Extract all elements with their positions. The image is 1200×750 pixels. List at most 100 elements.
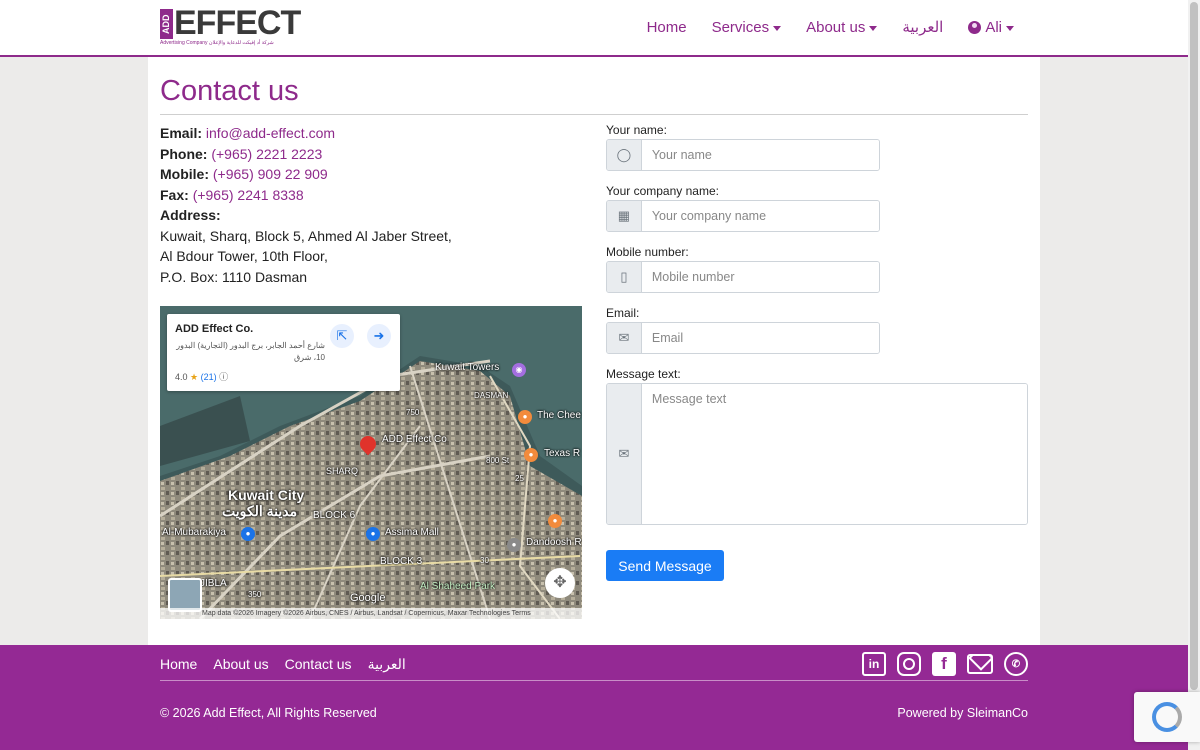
map-label: ADD Effect Co: [382, 434, 447, 445]
map-label: 800 St: [486, 456, 510, 465]
food-icon[interactable]: ●: [548, 514, 562, 528]
envelope-open-icon: ✉: [607, 384, 642, 524]
nav-about-label: About us: [806, 18, 866, 36]
nav-about[interactable]: About us: [806, 18, 878, 36]
map-label: BLOCK 3: [380, 556, 423, 567]
mobile-label: Mobile number:: [606, 245, 689, 259]
chevron-down-icon: [869, 25, 878, 31]
title-divider: [160, 114, 1028, 115]
logo-tagline: Advertising Company شركة أد إفيكت للدعاي…: [160, 40, 274, 46]
map-label: Dandoosh R: [526, 537, 582, 548]
fax-row: Fax: (+965) 2241 8338: [160, 185, 452, 206]
whatsapp-icon[interactable]: ✆: [1004, 652, 1028, 676]
linkedin-icon[interactable]: in: [862, 652, 886, 676]
message-textarea[interactable]: [641, 384, 1027, 524]
map-place-rating: 4.0 ★ (21) ⓘ: [175, 370, 228, 383]
footer-divider: [160, 680, 1028, 681]
copyright-text: © 2026 Add Effect, All Rights Reserved: [160, 706, 377, 720]
facebook-icon[interactable]: f: [932, 652, 956, 676]
fax-label: Fax:: [160, 186, 189, 203]
nav-arabic-label: العربية: [902, 19, 944, 36]
map-label: Texas R: [544, 448, 581, 459]
name-input[interactable]: [641, 140, 879, 170]
map-label: Assima Mall: [385, 527, 439, 538]
logo-add: ADD: [160, 9, 173, 39]
nav-services-label: Services: [711, 18, 770, 36]
map-review-count[interactable]: (21): [201, 372, 217, 382]
map-label: DASMAN: [474, 391, 509, 400]
nav-user-label: Ali: [985, 18, 1002, 36]
recaptcha-icon: [1152, 702, 1182, 732]
recaptcha-badge[interactable]: [1134, 692, 1200, 742]
info-icon[interactable]: ⓘ: [219, 372, 228, 382]
google-map[interactable]: ADD Effect Co. شارع أحمد الجابر، برج الب…: [160, 306, 582, 619]
mobile-link[interactable]: (+965) 909 22 909: [213, 166, 328, 182]
footer-link-contact[interactable]: Contact us: [285, 656, 352, 673]
map-place-card: ADD Effect Co. شارع أحمد الجابر، برج الب…: [167, 314, 400, 391]
site-footer: Home About us Contact us العربية in f ✆ …: [0, 645, 1188, 750]
logo-effect: EFFECT: [174, 4, 301, 42]
map-layer-toggle[interactable]: [168, 578, 202, 612]
map-label: BLOCK 6: [313, 510, 356, 521]
shopping-icon[interactable]: ●: [241, 527, 255, 541]
contact-card: Contact us Email: info@add-effect.com Ph…: [148, 57, 1040, 645]
company-input-group: ▦: [606, 200, 880, 232]
email-input-group: ✉: [606, 322, 880, 354]
footer-link-home[interactable]: Home: [160, 656, 197, 673]
map-attribution: Map data ©2026 Imagery ©2026 Airbus, CNE…: [160, 608, 582, 619]
phone-icon: ▯: [607, 262, 642, 292]
mobile-row: Mobile: (+965) 909 22 909: [160, 164, 452, 185]
directions-icon[interactable]: ➜: [367, 324, 391, 348]
mobile-label: Mobile:: [160, 166, 209, 182]
nav-arabic[interactable]: العربية: [902, 18, 943, 36]
logo[interactable]: ADD EFFECT Advertising Company شركة أد إ…: [160, 4, 301, 48]
scrollbar-thumb[interactable]: [1190, 2, 1198, 690]
mobile-input-group: ▯: [606, 261, 880, 293]
food-icon[interactable]: ●: [518, 410, 532, 424]
nav-user[interactable]: Ali: [968, 18, 1014, 36]
star-icon: ★: [190, 372, 199, 382]
address-label-row: Address:: [160, 205, 452, 226]
map-label: Al-Mubarakiya: [162, 527, 226, 538]
food-icon[interactable]: ●: [524, 448, 538, 462]
email-link[interactable]: info@add-effect.com: [206, 125, 335, 141]
fax-link[interactable]: (+965) 2241 8338: [193, 187, 304, 203]
building-icon: ▦: [607, 201, 642, 231]
address-line-2: Al Bdour Tower, 10th Floor,: [160, 248, 328, 264]
map-label: 25: [515, 474, 524, 483]
camera-icon[interactable]: ◉: [512, 363, 526, 377]
mobile-input[interactable]: [641, 262, 879, 292]
place-icon[interactable]: ●: [507, 538, 521, 552]
email-input[interactable]: [641, 323, 879, 353]
address-line-1: Kuwait, Sharq, Block 5, Ahmed Al Jaber S…: [160, 227, 452, 244]
map-rating-value: 4.0: [175, 372, 188, 382]
map-place-address: شارع أحمد الجابر، برج البدور (التجارية) …: [176, 341, 325, 362]
map-label: Al Shaheed Park: [420, 581, 496, 592]
shopping-icon[interactable]: ●: [366, 527, 380, 541]
phone-row: Phone: (+965) 2221 2223: [160, 144, 452, 165]
footer-link-about[interactable]: About us: [213, 656, 268, 673]
send-message-button[interactable]: Send Message: [606, 550, 724, 581]
email-label: Email:: [606, 306, 640, 320]
company-label: Your company name:: [606, 184, 719, 198]
map-pan-control-icon[interactable]: ✥: [545, 568, 575, 598]
message-label: Message text:: [606, 367, 681, 381]
footer-link-arabic[interactable]: العربية: [368, 656, 406, 673]
map-label: مدينة الكويت: [222, 503, 298, 519]
user-icon: ◯: [607, 140, 642, 170]
mail-icon[interactable]: [967, 654, 993, 674]
nav-home[interactable]: Home: [647, 18, 687, 36]
nav-services[interactable]: Services: [712, 18, 782, 36]
map-label: JIBLA: [200, 578, 227, 589]
name-input-group: ◯: [606, 139, 880, 171]
envelope-icon: ✉: [607, 323, 642, 353]
phone-link[interactable]: (+965) 2221 2223: [211, 146, 322, 162]
map-label: 750: [406, 408, 420, 417]
map-label: Kuwait City: [228, 487, 305, 503]
footer-nav: Home About us Contact us العربية: [160, 656, 406, 673]
open-in-maps-icon[interactable]: ⇱: [330, 324, 354, 348]
page-scrollbar[interactable]: [1188, 0, 1200, 750]
instagram-icon[interactable]: [897, 652, 921, 676]
company-input[interactable]: [641, 201, 879, 231]
nav-home-label: Home: [646, 18, 687, 36]
